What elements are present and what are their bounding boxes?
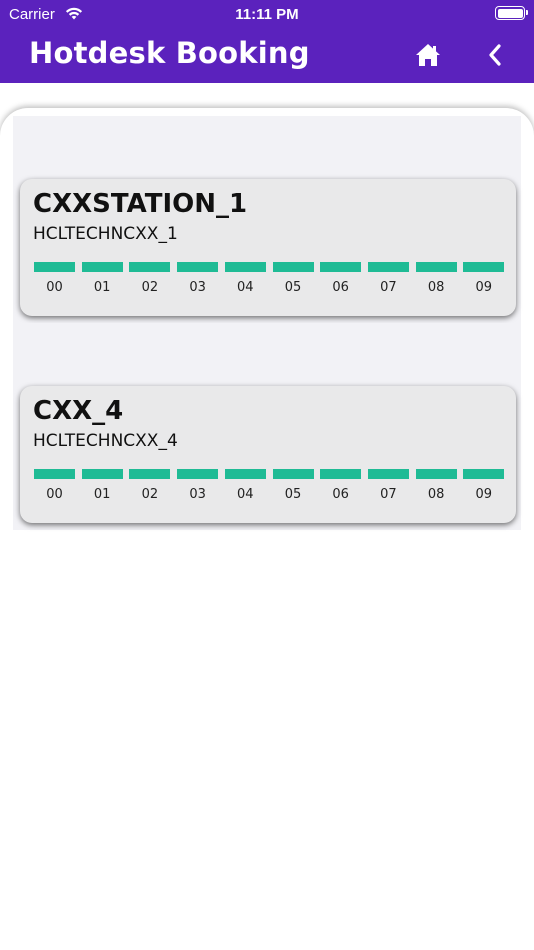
time-slot[interactable]: 09 [463, 469, 505, 505]
slot-availability-bar [177, 469, 219, 479]
slot-availability-bar [224, 469, 266, 479]
battery-icon [495, 6, 528, 20]
slot-label: 08 [427, 280, 445, 295]
time-slot-bar: 00 01 02 03 04 05 06 07 08 09 [34, 262, 505, 298]
slot-label: 07 [380, 487, 397, 502]
time-slot[interactable]: 08 [415, 469, 457, 505]
slot-label: 03 [189, 280, 206, 295]
slot-availability-bar [81, 262, 123, 272]
time-slot[interactable]: 00 [34, 469, 75, 505]
slot-availability-bar [272, 262, 314, 272]
slot-availability-bar [272, 469, 314, 479]
time-slot[interactable]: 04 [224, 469, 266, 505]
slot-availability-bar [34, 469, 75, 479]
home-icon [416, 44, 440, 66]
back-button[interactable] [484, 42, 506, 68]
list-item: CXX_4 HCLTECHNCXX_4 00 01 02 03 04 05 06… [13, 323, 521, 530]
slot-availability-bar [367, 469, 409, 479]
station-name: CXXSTATION_1 [33, 189, 248, 219]
slot-label: 05 [284, 280, 302, 295]
slot-availability-bar [415, 469, 457, 479]
slot-label: 00 [46, 280, 63, 295]
slot-label: 06 [332, 487, 349, 502]
time-slot[interactable]: 07 [367, 262, 409, 298]
slot-availability-bar [34, 262, 75, 272]
time-slot[interactable]: 02 [129, 469, 171, 505]
slot-label: 06 [332, 280, 349, 295]
time-slot[interactable]: 00 [34, 262, 75, 298]
chevron-left-icon [489, 44, 501, 66]
status-bar: Carrier 11:11 PM [0, 0, 534, 30]
station-code: HCLTECHNCXX_4 [33, 431, 178, 451]
app-header: Carrier 11:11 PM Hotdesk Booking [0, 0, 534, 83]
slot-availability-bar [129, 469, 171, 479]
slot-label: 09 [475, 487, 493, 502]
slot-label: 04 [237, 487, 254, 502]
time-slot-bar: 00 01 02 03 04 05 06 07 08 09 [34, 469, 505, 505]
list-item: CXXSTATION_1 HCLTECHNCXX_1 00 01 02 03 0… [13, 116, 521, 323]
time-slot[interactable]: 07 [367, 469, 409, 505]
time-slot[interactable]: 05 [272, 469, 314, 505]
station-code: HCLTECHNCXX_1 [33, 224, 178, 244]
time-slot[interactable]: 01 [81, 262, 123, 298]
slot-label: 04 [237, 280, 254, 295]
station-card[interactable]: CXXSTATION_1 HCLTECHNCXX_1 00 01 02 03 0… [20, 179, 516, 316]
slot-label: 07 [380, 280, 397, 295]
station-list: CXXSTATION_1 HCLTECHNCXX_1 00 01 02 03 0… [13, 116, 521, 530]
slot-availability-bar [320, 469, 362, 479]
slot-availability-bar [129, 262, 171, 272]
slot-availability-bar [177, 262, 219, 272]
time-slot[interactable]: 09 [463, 262, 505, 298]
slot-availability-bar [463, 262, 505, 272]
slot-availability-bar [367, 262, 409, 272]
slot-label: 05 [284, 487, 302, 502]
page-title: Hotdesk Booking [29, 36, 310, 70]
slot-label: 00 [46, 487, 63, 502]
station-name: CXX_4 [33, 396, 124, 426]
time-slot[interactable]: 05 [272, 262, 314, 298]
slot-label: 02 [141, 487, 159, 502]
time-slot[interactable]: 04 [224, 262, 266, 298]
time-slot[interactable]: 02 [129, 262, 171, 298]
time-slot[interactable]: 06 [320, 469, 362, 505]
time-slot[interactable]: 03 [177, 262, 219, 298]
slot-availability-bar [224, 262, 266, 272]
slot-label: 03 [189, 487, 206, 502]
slot-label: 08 [427, 487, 445, 502]
time-slot[interactable]: 01 [81, 469, 123, 505]
slot-label: 01 [93, 280, 111, 295]
slot-label: 02 [141, 280, 159, 295]
status-time: 11:11 PM [235, 6, 299, 23]
home-button[interactable] [414, 42, 442, 68]
slot-availability-bar [463, 469, 505, 479]
slot-label: 01 [93, 487, 111, 502]
time-slot[interactable]: 06 [320, 262, 362, 298]
time-slot[interactable]: 03 [177, 469, 219, 505]
station-card[interactable]: CXX_4 HCLTECHNCXX_4 00 01 02 03 04 05 06… [20, 386, 516, 523]
slot-availability-bar [81, 469, 123, 479]
slot-label: 09 [475, 280, 493, 295]
slot-availability-bar [415, 262, 457, 272]
slot-availability-bar [320, 262, 362, 272]
time-slot[interactable]: 08 [415, 262, 457, 298]
